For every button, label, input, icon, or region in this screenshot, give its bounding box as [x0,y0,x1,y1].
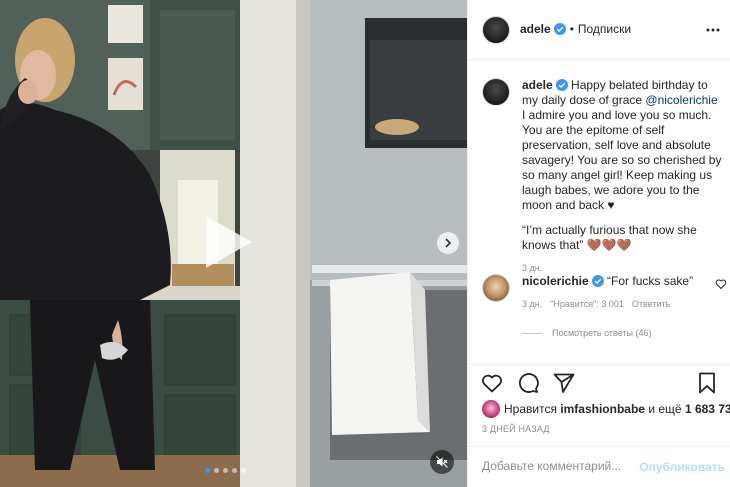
comment-icon[interactable] [516,371,540,395]
liker-avatar[interactable] [482,400,500,418]
header-name-row: adele • Подписки [520,22,631,36]
carousel-dot [232,468,237,473]
view-replies-button[interactable]: Посмотреть ответы (46) [522,328,652,338]
follow-status-button[interactable]: Подписки [578,22,631,36]
share-icon[interactable] [552,371,576,395]
carousel-dot [205,468,210,473]
likes-summary: Нравится imfashionbabe и ещё 1 683 731 [482,400,730,418]
play-icon[interactable] [200,214,256,270]
comment-like-count[interactable]: "Нравится": 3 001 [550,299,624,309]
caption-author-username[interactable]: adele [522,78,553,92]
bookmark-icon[interactable] [695,371,719,395]
post-panel: adele • Подписки adele Happy belated bir… [467,0,730,487]
verified-badge-icon [555,79,568,91]
next-slide-button[interactable] [437,232,459,254]
likes-count[interactable]: 1 683 731 [685,402,730,416]
carousel-dot [214,468,219,473]
post-actions: Нравится imfashionbabe и ещё 1 683 731 3… [468,364,730,487]
post-header: adele • Подписки [468,0,730,60]
view-replies-label: Посмотреть ответы (46) [552,328,652,338]
comment-meta: 3 дн. "Нравится": 3 001 Ответить [522,299,727,309]
chevron-right-icon [445,238,452,248]
comment-timestamp[interactable]: 3 дн. [522,299,542,309]
post-media[interactable] [0,0,467,487]
verified-badge-icon [591,275,604,287]
carousel-dot [241,468,246,473]
caption-body: adele Happy belated birthday to my daily… [522,78,722,213]
publish-button[interactable]: Опубликовать [639,460,725,474]
carousel-dot [223,468,228,473]
likes-connector: и ещё [648,402,682,416]
caption-text-end: I admire you and love you so much. You a… [522,108,722,212]
author-avatar[interactable] [482,16,510,44]
add-comment-bar: Опубликовать [468,446,730,487]
carousel-indicator [205,468,246,473]
commenter-avatar[interactable] [482,274,510,302]
more-options-button[interactable] [703,20,723,40]
author-username[interactable]: adele [520,22,551,36]
heart-icon[interactable] [480,371,504,395]
verified-badge-icon [553,23,566,35]
replies-divider [522,332,542,334]
caption-quote: “I’m actually furious that now she knows… [522,223,697,252]
caption-timestamp[interactable]: 3 дн. [522,263,722,273]
likes-prefix: Нравится [504,402,557,416]
caption-mention-link[interactable]: @nicolerichie [645,93,717,107]
commenter-username[interactable]: nicolerichie [522,274,589,288]
mute-button[interactable] [430,450,454,474]
muted-speaker-icon [436,456,448,468]
header-separator: • [569,22,574,36]
liker-username[interactable]: imfashionbabe [560,402,645,416]
comments-list[interactable]: adele Happy belated birthday to my daily… [468,60,730,364]
comment-input[interactable] [482,459,642,473]
caption-author-avatar[interactable] [482,78,510,106]
comment-body: nicolerichie “For fucks sake” [522,274,727,289]
post-date[interactable]: 3 ДНЕЙ НАЗАД [482,424,550,434]
comment-heart-icon[interactable] [715,278,727,290]
comment-text: “For fucks sake” [607,274,694,288]
post-caption: adele Happy belated birthday to my daily… [482,78,722,273]
comment-reply-button[interactable]: Ответить [632,299,670,309]
comment-item: nicolerichie “For fucks sake” 3 дн. "Нра… [482,274,727,309]
more-options-icon [706,28,720,32]
action-icons [480,371,576,395]
